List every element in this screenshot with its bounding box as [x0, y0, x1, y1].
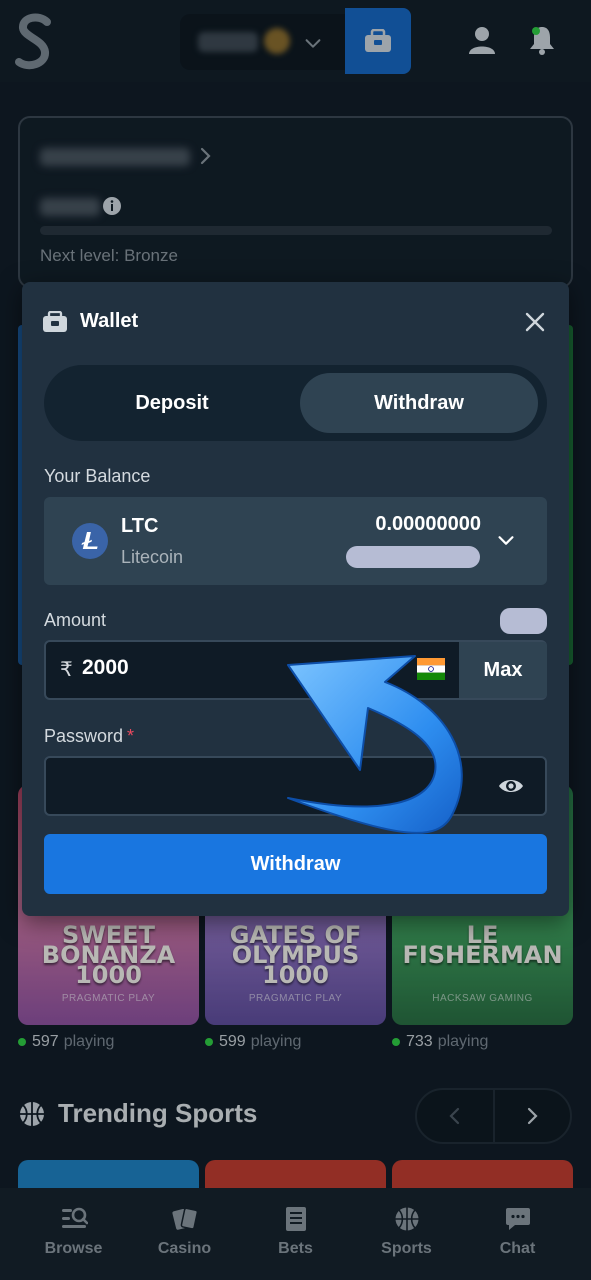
wallet-button[interactable] — [345, 8, 411, 74]
chevron-right-icon — [528, 1107, 538, 1125]
currency-toggle[interactable] — [500, 608, 547, 634]
required-mark: * — [127, 726, 135, 746]
nav-sports[interactable]: Sports — [357, 1188, 457, 1280]
progress-percent-hidden — [40, 198, 100, 216]
bottom-nav: Browse Casino Bets Sports Chat — [0, 1188, 591, 1280]
game-title: GATES OF OLYMPUS 1000 — [229, 921, 362, 989]
game-provider: PRAGMATIC PLAY — [61, 993, 156, 1004]
wallet-icon — [43, 310, 67, 332]
modal-title: Wallet — [80, 310, 139, 332]
max-button[interactable]: Max — [459, 642, 547, 698]
chevron-down-icon — [498, 536, 514, 545]
amount-label: Amount — [44, 610, 107, 630]
game-title: LE FISHERMAN — [402, 921, 563, 969]
players-count: 599 playing — [205, 1033, 301, 1051]
basketball-icon — [395, 1207, 418, 1231]
basketball-icon — [20, 1101, 44, 1126]
fiat-amount-hidden — [346, 546, 480, 568]
coin-icon — [264, 28, 290, 54]
balance-selector[interactable] — [180, 14, 345, 70]
india-flag-icon — [417, 658, 445, 680]
level-progress-bar — [40, 226, 552, 235]
carousel-nav — [415, 1088, 572, 1144]
tab-deposit[interactable]: Deposit — [52, 373, 292, 433]
vip-level-card[interactable]: Next level: Bronze — [18, 116, 573, 288]
cards-icon — [171, 1207, 198, 1230]
chevron-right-icon — [200, 147, 211, 165]
chevron-down-icon — [305, 39, 321, 48]
online-dot — [392, 1038, 400, 1046]
litecoin-icon — [72, 523, 108, 559]
chevron-left-icon — [449, 1107, 459, 1125]
currency-amount: 0.00000000 — [375, 513, 481, 535]
password-input[interactable] — [44, 756, 547, 816]
players-count: 597 playing — [18, 1033, 114, 1051]
wallet-icon — [365, 29, 391, 52]
browse-icon — [61, 1207, 88, 1228]
balance-label: Your Balance — [44, 466, 151, 486]
carousel-next-button[interactable] — [495, 1090, 571, 1142]
currency-name: Litecoin — [121, 547, 184, 567]
nav-chat[interactable]: Chat — [468, 1188, 568, 1280]
section-title-trending-sports: Trending Sports — [18, 1098, 257, 1129]
game-title: SWEET BONANZA 1000 — [41, 921, 176, 989]
amount-input[interactable]: ₹ 2000 Max — [44, 640, 547, 700]
game-provider: PRAGMATIC PLAY — [248, 993, 343, 1004]
nav-bets[interactable]: Bets — [246, 1188, 346, 1280]
chat-icon — [505, 1208, 530, 1230]
rupee-symbol: ₹ — [60, 659, 73, 681]
top-bar — [0, 0, 591, 82]
currency-code: LTC — [121, 515, 159, 537]
brand-logo[interactable] — [14, 12, 56, 72]
balance-amount-hidden — [198, 32, 258, 52]
online-dot — [205, 1038, 213, 1046]
close-icon[interactable] — [523, 310, 547, 334]
game-provider: HACKSAW GAMING — [432, 993, 533, 1004]
modal-header: Wallet — [42, 310, 138, 333]
amount-value: 2000 — [82, 656, 129, 679]
tab-withdraw[interactable]: Withdraw — [300, 373, 538, 433]
wallet-tabs: Deposit Withdraw — [44, 365, 547, 441]
info-icon[interactable] — [102, 196, 122, 216]
online-dot — [18, 1038, 26, 1046]
players-count: 733 playing — [392, 1033, 488, 1051]
carousel-prev-button[interactable] — [417, 1090, 495, 1142]
withdraw-submit-button[interactable]: Withdraw — [44, 834, 547, 894]
currency-selector[interactable]: LTC Litecoin 0.00000000 — [44, 497, 547, 585]
password-label: Password * — [44, 726, 135, 746]
user-icon[interactable] — [466, 24, 498, 56]
wallet-modal: Wallet Deposit Withdraw Your Balance LTC… — [22, 282, 569, 916]
nav-browse[interactable]: Browse — [24, 1188, 124, 1280]
next-level-label: Next level: Bronze — [40, 246, 178, 265]
nav-casino[interactable]: Casino — [135, 1188, 235, 1280]
betslip-icon — [285, 1207, 306, 1231]
eye-icon[interactable] — [497, 774, 525, 798]
username-hidden — [40, 148, 190, 166]
bell-icon[interactable] — [526, 24, 558, 56]
